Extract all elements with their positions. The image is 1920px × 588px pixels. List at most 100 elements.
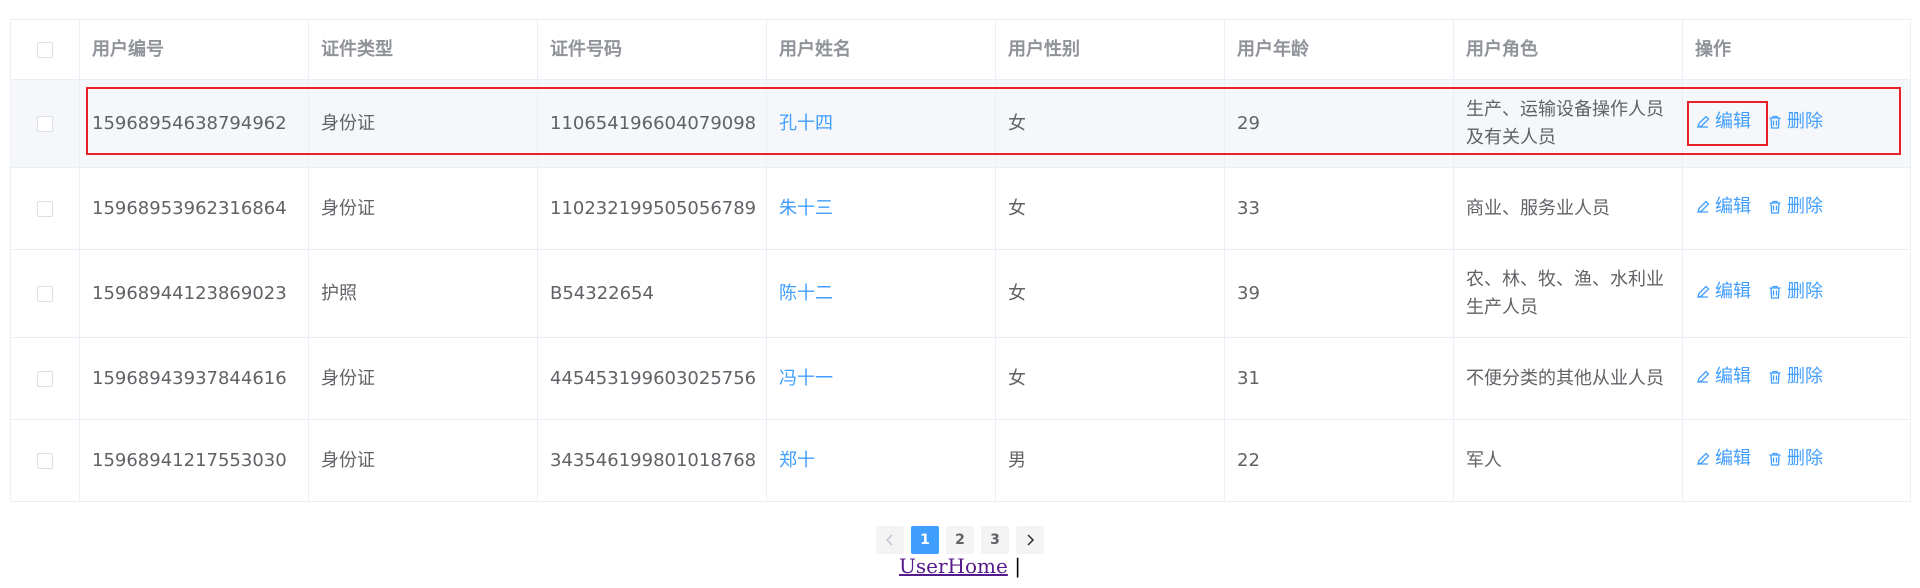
trash-icon (1769, 200, 1781, 214)
select-all-cell (10, 19, 80, 80)
table-row[interactable]: 15968953962316864 身份证 110232199505056789 朱十… (10, 167, 1911, 250)
header-age[interactable]: 用户年龄 (1224, 19, 1454, 80)
prev-page-button[interactable] (876, 526, 904, 554)
cell-user-name: 陈十二 (766, 249, 996, 338)
page-button-1[interactable]: 1 (911, 526, 939, 554)
row-select-cell (10, 419, 80, 502)
edit-icon (1697, 452, 1710, 465)
chevron-right-icon (1027, 534, 1035, 546)
cell-user-name: 朱十三 (766, 167, 996, 250)
edit-icon (1697, 200, 1710, 213)
cell-doc-type: 护照 (308, 249, 538, 338)
edit-button[interactable]: 编辑 (1695, 363, 1751, 391)
user-table-container: 用户编号 证件类型 证件号码 用户姓名 用户性别 用户年龄 用户角色 操作 15… (10, 19, 1911, 502)
delete-button[interactable]: 删除 (1767, 193, 1823, 221)
next-page-button[interactable] (1016, 526, 1044, 554)
delete-button[interactable]: 删除 (1767, 363, 1823, 391)
cell-actions: 编辑 删除 (1682, 167, 1911, 250)
header-doc-type[interactable]: 证件类型 (308, 19, 538, 80)
delete-label: 删除 (1787, 196, 1823, 217)
footer-separator: | (1014, 554, 1021, 578)
row-select-cell (10, 79, 80, 168)
row-select-cell (10, 167, 80, 250)
row-checkbox[interactable] (37, 115, 53, 132)
cell-actions: 编辑 删除 (1682, 419, 1911, 502)
edit-label: 编辑 (1715, 111, 1751, 132)
table-header-row: 用户编号 证件类型 证件号码 用户姓名 用户性别 用户年龄 用户角色 操作 (10, 19, 1911, 80)
user-name-link[interactable]: 朱十三 (779, 198, 833, 219)
header-actions: 操作 (1682, 19, 1911, 80)
edit-icon (1697, 370, 1710, 383)
cell-doc-number: B54322654 (537, 249, 767, 338)
cell-gender: 女 (995, 167, 1225, 250)
cell-user-name: 冯十一 (766, 337, 996, 420)
page-button-2[interactable]: 2 (946, 526, 974, 554)
edit-label: 编辑 (1715, 366, 1751, 387)
cell-user-id: 15968954638794962 (79, 79, 309, 168)
header-gender[interactable]: 用户性别 (995, 19, 1225, 80)
trash-icon (1769, 285, 1781, 299)
trash-icon (1769, 370, 1781, 384)
footer: UserHome | (0, 554, 1920, 578)
row-checkbox[interactable] (37, 200, 53, 217)
user-name-link[interactable]: 孔十四 (779, 113, 833, 134)
edit-button[interactable]: 编辑 (1695, 108, 1751, 136)
user-name-link[interactable]: 陈十二 (779, 283, 833, 304)
table-row[interactable]: 15968944123869023 护照 B54322654 陈十二 女 39 农、林、牧、… (10, 249, 1911, 338)
row-select-cell (10, 337, 80, 420)
cell-age: 29 (1224, 79, 1454, 168)
trash-icon (1769, 115, 1781, 129)
cell-doc-type: 身份证 (308, 337, 538, 420)
pagination: 1 2 3 (876, 526, 1044, 554)
delete-label: 删除 (1787, 111, 1823, 132)
cell-actions: 编辑 删除 (1682, 79, 1911, 168)
header-user-id[interactable]: 用户编号 (79, 19, 309, 80)
cell-doc-number: 343546199801018768 (537, 419, 767, 502)
cell-doc-number: 110654196604079098 (537, 79, 767, 168)
cell-user-id: 15968941217553030 (79, 419, 309, 502)
chevron-left-icon (885, 534, 893, 546)
row-checkbox[interactable] (37, 452, 53, 469)
user-home-link[interactable]: UserHome (899, 554, 1008, 578)
header-user-name[interactable]: 用户姓名 (766, 19, 996, 80)
user-table: 用户编号 证件类型 证件号码 用户姓名 用户性别 用户年龄 用户角色 操作 15… (10, 19, 1911, 502)
user-name-link[interactable]: 冯十一 (779, 368, 833, 389)
delete-label: 删除 (1787, 281, 1823, 302)
user-name-link[interactable]: 郑十 (779, 450, 815, 471)
cell-role: 农、林、牧、渔、水利业生产人员 (1453, 249, 1683, 338)
cell-user-name: 郑十 (766, 419, 996, 502)
row-checkbox[interactable] (37, 370, 53, 387)
delete-button[interactable]: 删除 (1767, 278, 1823, 306)
cell-user-name: 孔十四 (766, 79, 996, 168)
header-doc-number[interactable]: 证件号码 (537, 19, 767, 80)
cell-gender: 女 (995, 79, 1225, 168)
header-role[interactable]: 用户角色 (1453, 19, 1683, 80)
edit-button[interactable]: 编辑 (1695, 445, 1751, 473)
cell-user-id: 15968953962316864 (79, 167, 309, 250)
delete-label: 删除 (1787, 366, 1823, 387)
cell-doc-type: 身份证 (308, 79, 538, 168)
delete-button[interactable]: 删除 (1767, 445, 1823, 473)
cell-user-id: 15968943937844616 (79, 337, 309, 420)
delete-button[interactable]: 删除 (1767, 108, 1823, 136)
select-all-checkbox[interactable] (37, 41, 53, 58)
edit-label: 编辑 (1715, 281, 1751, 302)
edit-button[interactable]: 编辑 (1695, 193, 1751, 221)
cell-role: 商业、服务业人员 (1453, 167, 1683, 250)
table-row[interactable]: 15968941217553030 身份证 343546199801018768 郑十… (10, 419, 1911, 502)
table-row[interactable]: 15968943937844616 身份证 445453199603025756 冯十… (10, 337, 1911, 420)
row-checkbox[interactable] (37, 285, 53, 302)
cell-role: 生产、运输设备操作人员及有关人员 (1453, 79, 1683, 168)
page-button-3[interactable]: 3 (981, 526, 1009, 554)
delete-label: 删除 (1787, 448, 1823, 469)
row-select-cell (10, 249, 80, 338)
edit-button[interactable]: 编辑 (1695, 278, 1751, 306)
cell-gender: 女 (995, 249, 1225, 338)
edit-icon (1697, 285, 1710, 298)
table-row[interactable]: 15968954638794962 身份证 110654196604079098 孔十… (10, 79, 1911, 168)
cell-age: 33 (1224, 167, 1454, 250)
edit-label: 编辑 (1715, 196, 1751, 217)
cell-doc-number: 110232199505056789 (537, 167, 767, 250)
cell-doc-type: 身份证 (308, 419, 538, 502)
trash-icon (1769, 452, 1781, 466)
